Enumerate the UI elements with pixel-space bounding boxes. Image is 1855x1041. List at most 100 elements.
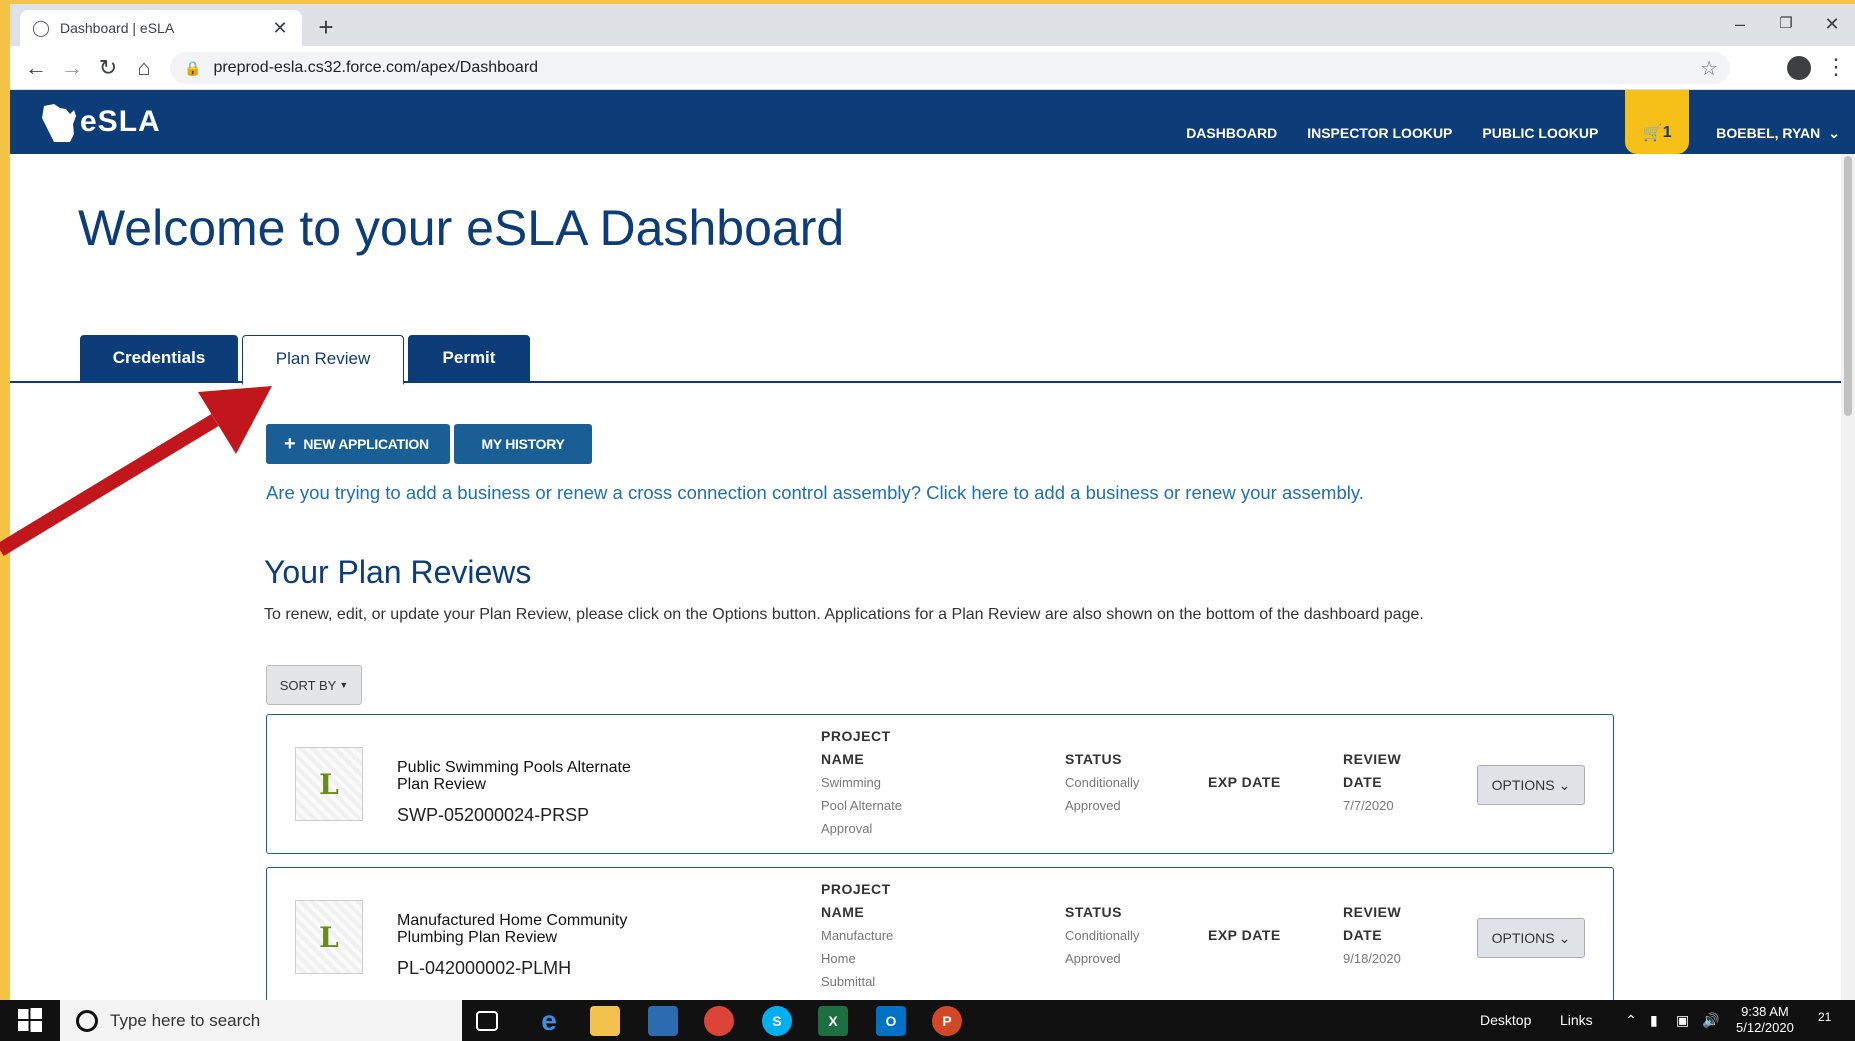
window-close-button[interactable]: ✕: [1809, 10, 1855, 40]
project-value-line: Manufacture: [821, 928, 894, 943]
wisconsin-logo-icon: [42, 104, 76, 142]
tab-plan-review[interactable]: Plan Review: [242, 335, 404, 385]
new-application-label: NEW APPLICATION: [303, 436, 429, 452]
caret-down-icon: ▼: [339, 680, 349, 690]
esla-logo[interactable]: eSLA: [40, 98, 161, 146]
browser-tab-title: Dashboard | eSLA: [60, 20, 175, 36]
forward-icon[interactable]: →: [58, 54, 86, 82]
exp-date-header: EXP DATE: [1208, 927, 1281, 943]
vertical-scrollbar[interactable]: [1841, 154, 1855, 1000]
logo-text: eSLA: [80, 105, 161, 138]
edge-icon[interactable]: e: [534, 1005, 564, 1036]
review-code: PL-042000002-PLMH: [397, 958, 572, 978]
desktop-toolbar[interactable]: Desktop: [1480, 1012, 1531, 1028]
links-toolbar[interactable]: Links: [1560, 1012, 1593, 1028]
cart-button[interactable]: 🛒 1: [1625, 90, 1690, 154]
add-business-link[interactable]: Are you trying to add a business or rene…: [266, 482, 1364, 504]
powerpoint-icon[interactable]: P: [932, 1006, 962, 1036]
page-title: Welcome to your eSLA Dashboard: [78, 200, 845, 256]
review-date-column: REVIEW DATE 7/7/2020: [1343, 748, 1401, 817]
date-header: DATE: [1343, 927, 1383, 943]
windows-icon[interactable]: [18, 1008, 42, 1032]
star-icon[interactable]: ☆: [1700, 56, 1718, 81]
options-label: OPTIONS: [1491, 777, 1555, 793]
dashboard-tabs: Credentials Plan Review Permit: [10, 331, 1846, 385]
review-thumbnail: L: [295, 900, 363, 974]
search-icon: [76, 1009, 98, 1032]
url-input[interactable]: [213, 59, 1614, 77]
excel-icon[interactable]: X: [818, 1006, 848, 1036]
tab-permit[interactable]: Permit: [408, 335, 530, 383]
file-explorer-icon[interactable]: [590, 1006, 620, 1036]
chevron-up-icon[interactable]: ⌃: [1625, 1012, 1637, 1029]
restore-button[interactable]: ❐: [1763, 10, 1809, 40]
task-view-icon[interactable]: [476, 1011, 498, 1031]
options-button[interactable]: OPTIONS ⌄: [1477, 918, 1585, 958]
close-icon[interactable]: ✕: [270, 18, 290, 39]
scrollbar-thumb[interactable]: [1844, 156, 1852, 416]
action-buttons: + NEW APPLICATION MY HISTORY: [266, 424, 592, 464]
new-tab-button[interactable]: +: [310, 12, 342, 44]
tab-credentials[interactable]: Credentials: [80, 335, 238, 383]
home-icon[interactable]: ⌂: [130, 54, 158, 82]
reload-icon[interactable]: ↻: [94, 54, 122, 82]
options-button[interactable]: OPTIONS ⌄: [1477, 765, 1585, 805]
status-column: STATUS Conditionally Approved: [1065, 748, 1175, 817]
cart-icon: 🛒: [1642, 125, 1663, 142]
notification-icon[interactable]: 21: [1818, 1010, 1831, 1024]
exp-date-column: EXP DATE: [1208, 924, 1281, 947]
chrome-icon[interactable]: [704, 1006, 734, 1036]
taskbar-search-placeholder: Type here to search: [110, 1010, 261, 1030]
user-menu[interactable]: BOEBEL, RYAN ⌄: [1716, 103, 1840, 142]
document-icon: L: [319, 767, 339, 801]
browser-tabstrip: ◯ Dashboard | eSLA ✕ + – ❐ ✕: [10, 4, 1855, 46]
globe-icon: ◯: [32, 20, 50, 37]
clock-time: 9:38 AM: [1741, 1004, 1789, 1019]
nav-public-lookup[interactable]: PUBLIC LOOKUP: [1482, 103, 1598, 141]
profile-icon[interactable]: [1787, 56, 1811, 80]
nav-dashboard[interactable]: DASHBOARD: [1186, 103, 1277, 141]
status-value-line: Approved: [1065, 951, 1121, 966]
section-title: Your Plan Reviews: [264, 554, 532, 590]
date-header: DATE: [1343, 774, 1383, 790]
status-value-line: Conditionally: [1065, 775, 1140, 790]
annotation-arrow-icon: [0, 386, 272, 556]
status-value-line: Conditionally: [1065, 928, 1140, 943]
back-icon[interactable]: ←: [22, 54, 50, 82]
sort-by-button[interactable]: SORT BY ▼: [266, 665, 362, 705]
project-value-line: Pool Alternate: [821, 798, 902, 813]
review-date-column: REVIEW DATE 9/18/2020: [1343, 901, 1401, 970]
browser-tab[interactable]: ◯ Dashboard | eSLA ✕: [20, 10, 302, 46]
new-application-button[interactable]: + NEW APPLICATION: [266, 424, 450, 464]
name-header: NAME: [821, 904, 865, 920]
chevron-down-icon: ⌄: [1558, 776, 1571, 793]
project-value-line: Home: [821, 951, 856, 966]
plan-review-card: L Public Swimming Pools Alternate Plan R…: [266, 714, 1614, 854]
name-header: NAME: [821, 751, 865, 767]
outlook-icon[interactable]: O: [876, 1006, 906, 1036]
store-icon[interactable]: [648, 1006, 678, 1036]
taskbar-clock[interactable]: 9:38 AM 5/12/2020: [1736, 1004, 1794, 1036]
exp-date-header: EXP DATE: [1208, 774, 1281, 790]
document-icon: L: [319, 920, 339, 954]
review-name: Manufactured Home Community Plumbing Pla…: [397, 912, 628, 946]
clock-date: 5/12/2020: [1736, 1020, 1794, 1035]
review-name: Public Swimming Pools Alternate Plan Rev…: [397, 759, 631, 793]
section-description: To renew, edit, or update your Plan Revi…: [264, 606, 1424, 623]
taskbar-search[interactable]: Type here to search: [60, 1000, 462, 1041]
plan-review-card: L Manufactured Home Community Plumbing P…: [266, 867, 1614, 1000]
nav-inspector-lookup[interactable]: INSPECTOR LOOKUP: [1307, 103, 1452, 141]
top-nav: DASHBOARD INSPECTOR LOOKUP PUBLIC LOOKUP…: [1171, 90, 1855, 154]
skype-icon[interactable]: S: [762, 1006, 792, 1036]
volume-icon[interactable]: 🔊: [1702, 1012, 1719, 1029]
address-bar[interactable]: 🔒 ☆: [170, 52, 1730, 84]
project-value-line: Submittal: [821, 974, 876, 989]
network-icon[interactable]: ▣: [1676, 1012, 1689, 1029]
lock-icon: 🔒: [184, 59, 202, 76]
menu-icon[interactable]: ⋮: [1825, 54, 1847, 80]
exp-date-column: EXP DATE: [1208, 771, 1281, 794]
my-history-button[interactable]: MY HISTORY: [454, 424, 592, 464]
battery-icon[interactable]: ▮: [1650, 1012, 1658, 1029]
browser-toolbar: ← → ↻ ⌂ 🔒 ☆ ⋮: [10, 46, 1855, 90]
minimize-button[interactable]: –: [1717, 10, 1763, 40]
